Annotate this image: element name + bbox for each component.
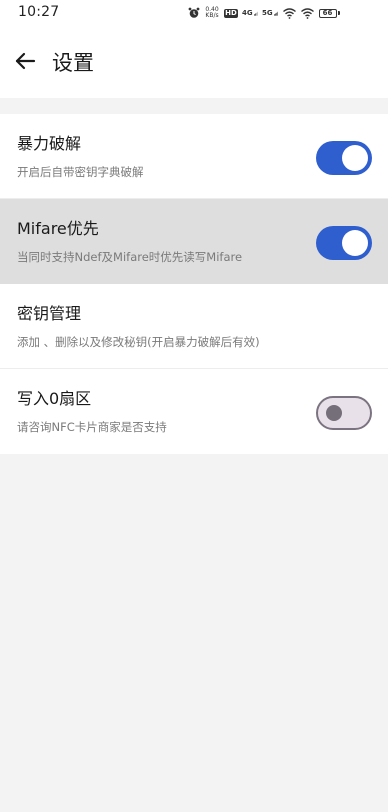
setting-description: 请咨询NFC卡片商家是否支持 [17,420,167,434]
status-icons: 0.40 KB/s HD 4G 5G 66 [188,6,340,20]
settings-list: 暴力破解 开启后自带密钥字典破解 Mifare优先 当同时支持Ndef及Mifa… [0,114,388,454]
setting-title: Mifare优先 [17,219,99,238]
wifi-icon [282,6,296,20]
setting-title: 密钥管理 [17,304,82,323]
network-speed-indicator: 0.40 KB/s [204,6,220,20]
signal-5g-icon: 5G [262,6,278,20]
setting-brute-force[interactable]: 暴力破解 开启后自带密钥字典破解 [0,114,388,199]
setting-title: 写入0扇区 [17,389,92,408]
brute-force-toggle[interactable] [316,141,372,175]
toggle-knob [342,145,368,171]
signal-4g-icon: 4G [242,6,258,20]
battery-level: 66 [318,8,337,18]
write-sector-zero-toggle[interactable] [316,396,372,430]
mifare-priority-toggle[interactable] [316,226,372,260]
signal-5g-label: 5G [262,8,273,17]
signal-4g-label: 4G [242,8,253,17]
hd-voice-icon: HD [224,6,238,20]
app-header: 设置 [0,26,388,98]
status-bar: 10:27 0.40 KB/s HD 4G 5G 66 [0,0,388,26]
setting-description: 开启后自带密钥字典破解 [17,165,144,179]
hd-voice-label: HD [224,8,238,18]
status-time: 10:27 [18,4,60,20]
setting-description: 当同时支持Ndef及Mifare时优先读写Mifare [17,250,243,264]
toggle-knob [342,230,368,256]
battery-tip [337,11,340,15]
setting-description: 添加 、删除以及修改秘钥(开启暴力破解后有效) [17,335,260,349]
setting-key-management[interactable]: 密钥管理 添加 、删除以及修改秘钥(开启暴力破解后有效) [0,284,388,369]
setting-mifare-priority[interactable]: Mifare优先 当同时支持Ndef及Mifare时优先读写Mifare [0,199,388,284]
battery-icon: 66 [318,6,340,20]
back-arrow-icon [14,50,36,76]
setting-title: 暴力破解 [17,134,82,153]
alarm-icon [188,6,200,20]
page-title: 设置 [52,51,94,75]
network-speed-unit: KB/s [205,12,219,19]
back-button[interactable] [12,50,38,76]
toggle-knob [326,405,342,421]
wifi-secondary-icon [300,6,314,20]
setting-write-sector-zero[interactable]: 写入0扇区 请咨询NFC卡片商家是否支持 [0,369,388,454]
